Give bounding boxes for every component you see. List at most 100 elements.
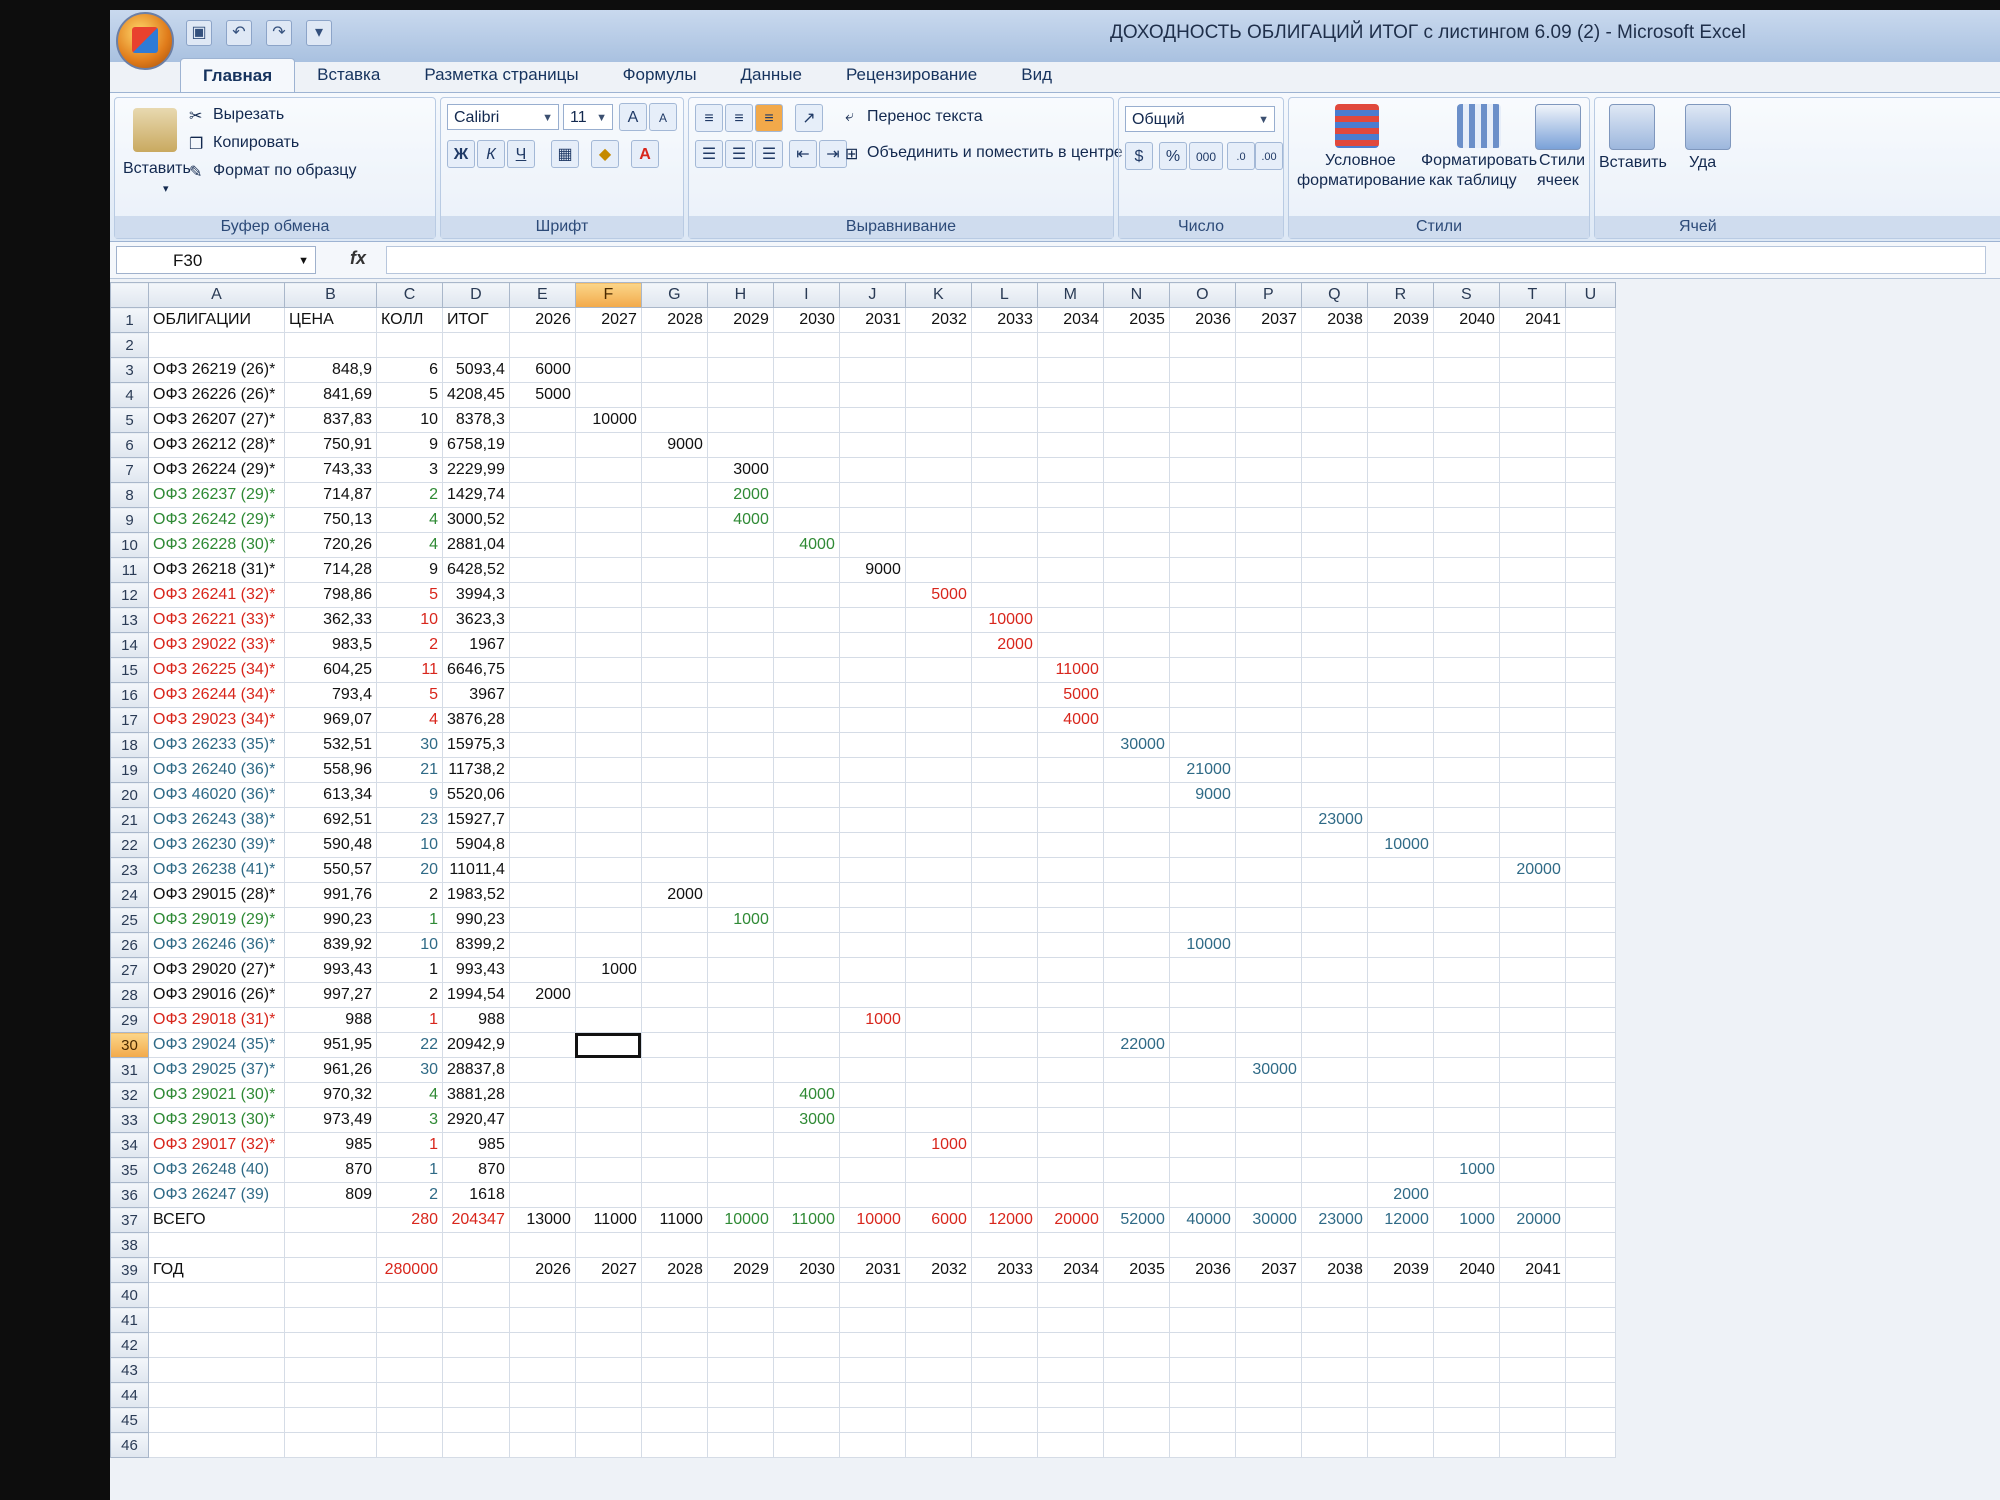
- cell-S24[interactable]: [1432, 882, 1500, 908]
- cell-O20[interactable]: 9000: [1168, 782, 1236, 808]
- cell-M13[interactable]: [1036, 607, 1104, 633]
- cell-G25[interactable]: [640, 907, 708, 933]
- cell-L35[interactable]: [970, 1157, 1038, 1183]
- cell-R5[interactable]: [1366, 407, 1434, 433]
- cell-U46[interactable]: [1564, 1432, 1616, 1458]
- cell-S18[interactable]: [1432, 732, 1500, 758]
- cell-K5[interactable]: [904, 407, 972, 433]
- cell-N22[interactable]: [1102, 832, 1170, 858]
- cell-B43[interactable]: [284, 1357, 377, 1383]
- cell-T36[interactable]: [1498, 1182, 1566, 1208]
- cell-T44[interactable]: [1498, 1382, 1566, 1408]
- row-header[interactable]: 34: [110, 1132, 149, 1158]
- row-header[interactable]: 15: [110, 657, 149, 683]
- cell-T1[interactable]: 2041: [1498, 307, 1566, 333]
- cell-D30[interactable]: 20942,9: [442, 1032, 510, 1058]
- cell-L23[interactable]: [970, 857, 1038, 883]
- cell-P31[interactable]: 30000: [1234, 1057, 1302, 1083]
- row-header[interactable]: 41: [110, 1307, 149, 1333]
- cell-R7[interactable]: [1366, 457, 1434, 483]
- cell-L25[interactable]: [970, 907, 1038, 933]
- cell-M26[interactable]: [1036, 932, 1104, 958]
- column-header-J[interactable]: J: [838, 282, 906, 308]
- cell-E20[interactable]: [508, 782, 576, 808]
- cell-G45[interactable]: [640, 1407, 708, 1433]
- cell-K44[interactable]: [904, 1382, 972, 1408]
- cell-E15[interactable]: [508, 657, 576, 683]
- cell-R30[interactable]: [1366, 1032, 1434, 1058]
- cell-D32[interactable]: 3881,28: [442, 1082, 510, 1108]
- cell-M25[interactable]: [1036, 907, 1104, 933]
- cell-Q34[interactable]: [1300, 1132, 1368, 1158]
- cell-B6[interactable]: 750,91: [284, 432, 377, 458]
- font-size-select[interactable]: 11 ▼: [563, 104, 613, 130]
- cell-N40[interactable]: [1102, 1282, 1170, 1308]
- cell-L41[interactable]: [970, 1307, 1038, 1333]
- cell-K28[interactable]: [904, 982, 972, 1008]
- cell-P5[interactable]: [1234, 407, 1302, 433]
- cell-A3[interactable]: ОФЗ 26219 (26)*: [148, 357, 285, 383]
- cell-S10[interactable]: [1432, 532, 1500, 558]
- cell-A43[interactable]: [148, 1357, 285, 1383]
- cell-I39[interactable]: 2030: [772, 1257, 840, 1283]
- cell-T4[interactable]: [1498, 382, 1566, 408]
- cell-K16[interactable]: [904, 682, 972, 708]
- cell-D24[interactable]: 1983,52: [442, 882, 510, 908]
- cell-M20[interactable]: [1036, 782, 1104, 808]
- cell-D12[interactable]: 3994,3: [442, 582, 510, 608]
- row-header[interactable]: 33: [110, 1107, 149, 1133]
- cell-S16[interactable]: [1432, 682, 1500, 708]
- cell-F46[interactable]: [574, 1432, 642, 1458]
- currency-icon[interactable]: $: [1125, 142, 1153, 170]
- cell-I45[interactable]: [772, 1407, 840, 1433]
- cell-G21[interactable]: [640, 807, 708, 833]
- paste-button[interactable]: Вставить: [123, 160, 191, 178]
- cell-Q21[interactable]: 23000: [1300, 807, 1368, 833]
- cell-M12[interactable]: [1036, 582, 1104, 608]
- cell-F19[interactable]: [574, 757, 642, 783]
- cell-F44[interactable]: [574, 1382, 642, 1408]
- cell-P12[interactable]: [1234, 582, 1302, 608]
- cell-B1[interactable]: ЦЕНА: [284, 307, 377, 333]
- cell-K30[interactable]: [904, 1032, 972, 1058]
- cell-P35[interactable]: [1234, 1157, 1302, 1183]
- cell-M5[interactable]: [1036, 407, 1104, 433]
- column-header-E[interactable]: E: [508, 282, 576, 308]
- cell-P11[interactable]: [1234, 557, 1302, 583]
- cell-P26[interactable]: [1234, 932, 1302, 958]
- cell-U44[interactable]: [1564, 1382, 1616, 1408]
- cell-M43[interactable]: [1036, 1357, 1104, 1383]
- column-header-R[interactable]: R: [1366, 282, 1434, 308]
- cell-O14[interactable]: [1168, 632, 1236, 658]
- cell-E30[interactable]: [508, 1032, 576, 1058]
- cell-A4[interactable]: ОФЗ 26226 (26)*: [148, 382, 285, 408]
- cell-T21[interactable]: [1498, 807, 1566, 833]
- cell-D10[interactable]: 2881,04: [442, 532, 510, 558]
- cell-I7[interactable]: [772, 457, 840, 483]
- cell-O18[interactable]: [1168, 732, 1236, 758]
- cell-P32[interactable]: [1234, 1082, 1302, 1108]
- formula-input[interactable]: [386, 246, 1986, 274]
- cell-K3[interactable]: [904, 357, 972, 383]
- cell-H11[interactable]: [706, 557, 774, 583]
- cell-H45[interactable]: [706, 1407, 774, 1433]
- underline-button[interactable]: Ч: [507, 140, 535, 168]
- cell-N37[interactable]: 52000: [1102, 1207, 1170, 1233]
- cell-U8[interactable]: [1564, 482, 1616, 508]
- row-header[interactable]: 4: [110, 382, 149, 408]
- cell-H23[interactable]: [706, 857, 774, 883]
- cell-M37[interactable]: 20000: [1036, 1207, 1104, 1233]
- cell-C36[interactable]: 2: [376, 1182, 443, 1208]
- row-header[interactable]: 2: [110, 332, 149, 358]
- cell-C30[interactable]: 22: [376, 1032, 443, 1058]
- cell-Q7[interactable]: [1300, 457, 1368, 483]
- cell-R29[interactable]: [1366, 1007, 1434, 1033]
- cell-L37[interactable]: 12000: [970, 1207, 1038, 1233]
- delete-cells-button[interactable]: Уда: [1689, 154, 1716, 172]
- tab-2[interactable]: Разметка страницы: [402, 58, 600, 92]
- cell-I28[interactable]: [772, 982, 840, 1008]
- cell-M39[interactable]: 2034: [1036, 1257, 1104, 1283]
- cell-C17[interactable]: 4: [376, 707, 443, 733]
- cell-E14[interactable]: [508, 632, 576, 658]
- insert-function-icon[interactable]: fx: [350, 248, 366, 269]
